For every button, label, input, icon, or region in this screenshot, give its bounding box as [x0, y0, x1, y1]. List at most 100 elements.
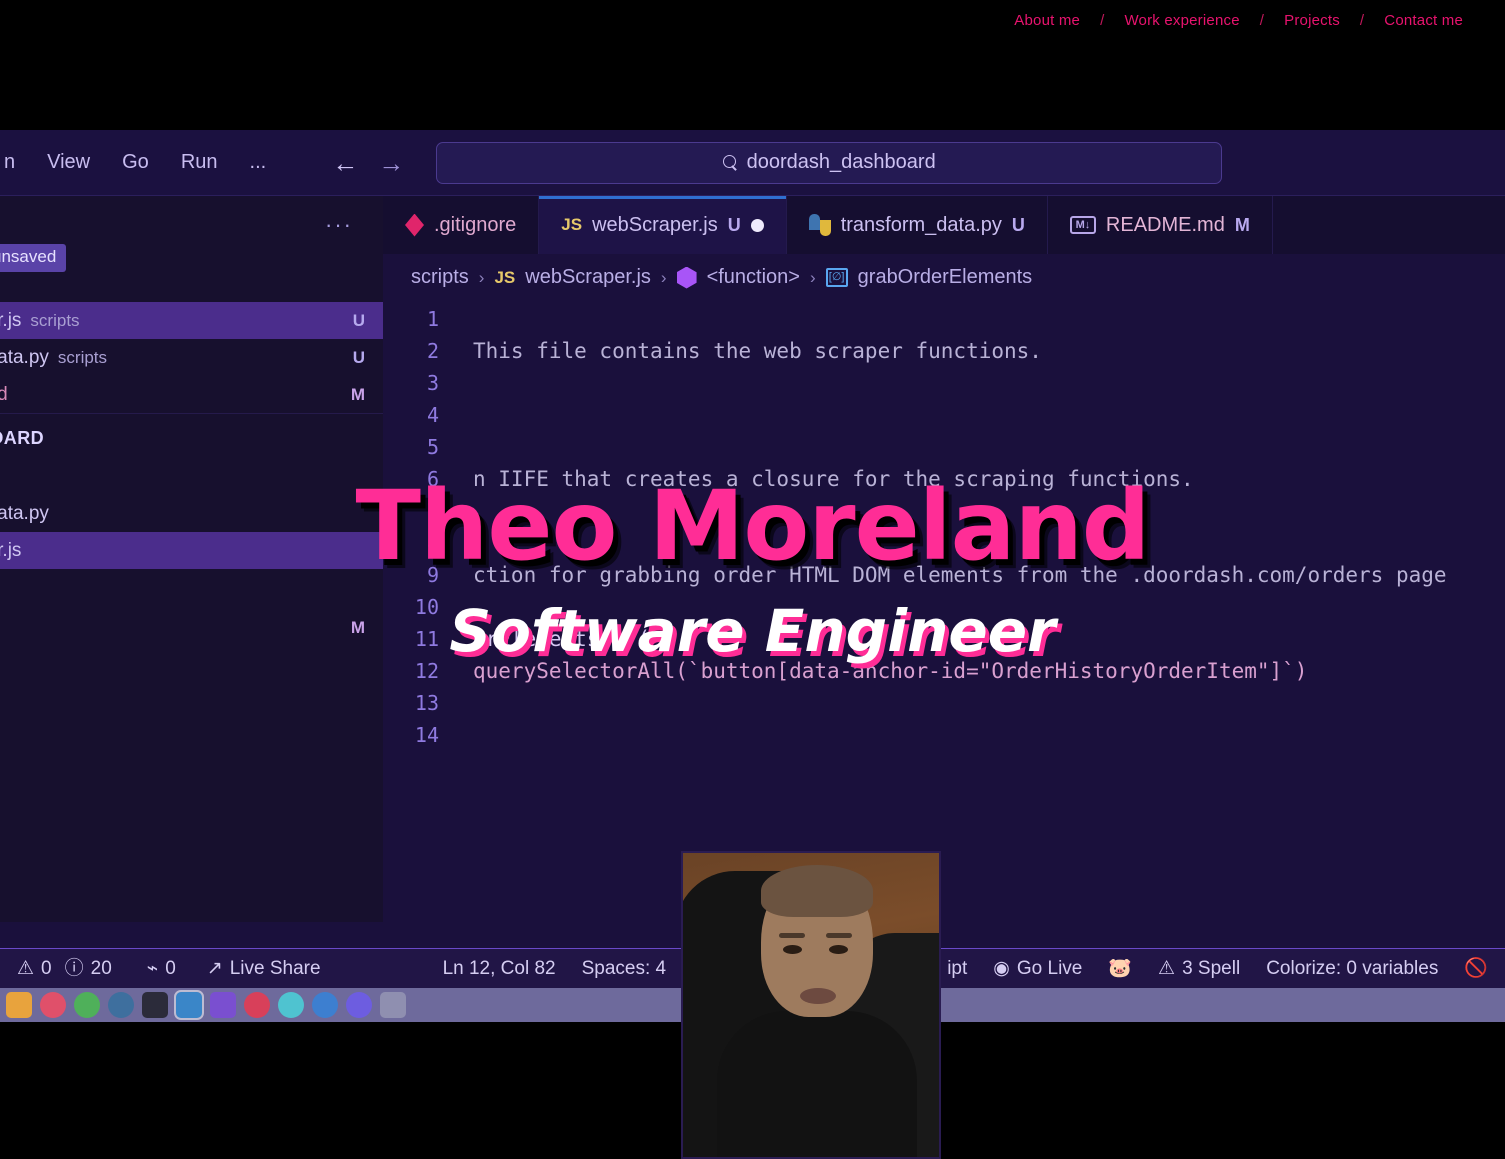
- breadcrumb-symbol[interactable]: grabOrderElements: [858, 266, 1033, 289]
- breadcrumb-separator: ›: [809, 267, 816, 287]
- tab-webscraper-js[interactable]: JS webScraper.js U: [539, 196, 787, 254]
- sidebar-item-status-flag: M: [350, 617, 365, 637]
- sidebar-item-name: .md: [0, 383, 8, 405]
- status-problems-warnings[interactable]: ⚠ 0: [4, 957, 65, 980]
- status-language-mode[interactable]: ipt: [934, 958, 980, 980]
- breadcrumb-separator: ›: [478, 267, 485, 287]
- breadcrumb-folder[interactable]: scripts: [411, 266, 469, 289]
- tab-label: .gitignore: [434, 213, 517, 236]
- status-bar-left: ⚠ 0 ⓘ 20 ⌁ 0 ↗ Live Share: [0, 957, 334, 980]
- sidebar-item-readme-md[interactable]: .md M: [0, 376, 383, 413]
- terminal-icon[interactable]: [142, 992, 168, 1018]
- breadcrumb: scripts › JS webScraper.js › <function> …: [383, 254, 1505, 299]
- menu-bar: n View Go Run ...: [0, 145, 282, 180]
- status-cursor-position[interactable]: Ln 12, Col 82: [430, 958, 569, 980]
- sidebar-more-actions-icon[interactable]: ···: [325, 214, 353, 236]
- menu-item-go[interactable]: Go: [106, 145, 165, 180]
- file-explorer-icon[interactable]: [6, 992, 32, 1018]
- nav-link-contact-me[interactable]: Contact me: [1366, 12, 1481, 29]
- code-line: 4: [383, 399, 1505, 431]
- status-label: Colorize: 0 variables: [1266, 957, 1439, 979]
- vscode-body: ··· unsaved e per.js scripts U _data.py: [0, 196, 1505, 922]
- status-pig-extension[interactable]: 🐷: [1095, 959, 1145, 978]
- line-number: 9: [426, 563, 439, 587]
- status-live-share[interactable]: ↗ Live Share: [189, 958, 334, 980]
- status-go-live[interactable]: ◉ Go Live: [980, 958, 1095, 980]
- tab-readme-md[interactable]: M↓ README.md M: [1048, 196, 1273, 254]
- sidebar-unsaved-badge-row: unsaved: [0, 244, 383, 272]
- symbol-icon: [∅]: [825, 268, 848, 287]
- line-text: n IIFE that creates a closure for the sc…: [473, 467, 1194, 491]
- status-spell-checker[interactable]: ⚠ 3 Spell: [1145, 957, 1253, 980]
- chrome-icon[interactable]: [74, 992, 100, 1018]
- code-line: 3: [383, 367, 1505, 399]
- forward-arrow-icon[interactable]: →: [378, 150, 404, 176]
- code-line: 10: [383, 591, 1505, 623]
- unsaved-badge: unsaved: [0, 244, 67, 272]
- site-header: About me / Work experience / Projects / …: [0, 0, 1505, 130]
- nav-link-work-experience[interactable]: Work experience: [1106, 12, 1257, 29]
- status-notifications-off[interactable]: 🚫: [1451, 959, 1501, 978]
- sidebar-section-header[interactable]: BOARD: [0, 413, 383, 459]
- menu-item-view[interactable]: View: [31, 145, 106, 180]
- back-arrow-icon[interactable]: ←: [332, 150, 358, 176]
- info-icon: ⓘ: [64, 958, 84, 979]
- nav-link-projects[interactable]: Projects: [1266, 12, 1358, 29]
- sidebar-tree-item-readme-md[interactable]: nd M: [0, 609, 383, 646]
- steam-icon[interactable]: [108, 992, 134, 1018]
- menu-item-run[interactable]: Run: [165, 145, 234, 180]
- status-label: 20: [90, 957, 112, 979]
- tab-status-flag: M: [1234, 214, 1250, 235]
- menu-item-selection[interactable]: n: [0, 145, 31, 180]
- live-share-icon: ↗: [206, 958, 223, 979]
- status-problems-info[interactable]: ⓘ 20: [65, 958, 125, 980]
- line-number: 12: [414, 659, 439, 683]
- git-icon[interactable]: [244, 992, 270, 1018]
- code-line: 5: [383, 431, 1505, 463]
- gitignore-icon: [405, 213, 424, 237]
- editor-area: .gitignore JS webScraper.js U transform_…: [383, 196, 1505, 922]
- broadcast-icon: ◉: [993, 958, 1010, 979]
- command-center-input[interactable]: doordash_dashboard: [436, 141, 1223, 184]
- sidebar-item-transform-data-py[interactable]: _data.py scripts U: [0, 339, 383, 376]
- discord-icon[interactable]: [346, 992, 372, 1018]
- code-editor[interactable]: 1 2 This file contains the web scraper fu…: [383, 299, 1505, 751]
- line-number: 3: [426, 371, 439, 395]
- firefox-icon[interactable]: [40, 992, 66, 1018]
- tab-status-flag: U: [1011, 214, 1025, 235]
- status-colorize[interactable]: Colorize: 0 variables: [1253, 958, 1451, 980]
- line-number: 11: [414, 627, 439, 651]
- nav-separator: /: [1100, 12, 1105, 29]
- sidebar-tree-item-webscraper-js[interactable]: per.js: [0, 532, 383, 569]
- vscode-icon[interactable]: [174, 990, 204, 1020]
- screen-root: About me / Work experience / Projects / …: [0, 0, 1505, 1159]
- tab-gitignore[interactable]: .gitignore: [383, 196, 540, 254]
- radio-tower-icon: ⌁: [146, 958, 159, 979]
- person-brow-right: [826, 933, 852, 938]
- breadcrumb-separator: ›: [660, 267, 667, 287]
- tab-label: webScraper.js: [592, 213, 718, 236]
- code-line: 9 ction for grabbing order HTML DOM eleme…: [383, 559, 1505, 591]
- tab-dirty-indicator[interactable]: [750, 218, 764, 232]
- sidebar-item-webscraper-js[interactable]: per.js scripts U: [0, 302, 383, 339]
- js-icon: JS: [561, 215, 583, 234]
- menu-item-overflow[interactable]: ...: [234, 145, 283, 180]
- sidebar-tree-item-transform-data-py[interactable]: _data.py: [0, 495, 383, 532]
- breadcrumb-file[interactable]: webScraper.js: [525, 266, 651, 289]
- line-number: 4: [426, 403, 439, 427]
- no-entry-icon: 🚫: [1464, 958, 1488, 979]
- nav-link-about-me[interactable]: About me: [996, 12, 1098, 29]
- line-number: 14: [414, 723, 439, 747]
- skype-icon[interactable]: [312, 992, 338, 1018]
- nav-separator: /: [1259, 12, 1265, 29]
- command-center-value: doordash_dashboard: [746, 151, 936, 173]
- tab-transform-data-py[interactable]: transform_data.py U: [787, 196, 1048, 254]
- breadcrumb-scope[interactable]: <function>: [707, 266, 800, 289]
- status-ports[interactable]: ⌁ 0: [125, 958, 189, 980]
- vscode-insiders-icon[interactable]: [210, 992, 236, 1018]
- teams-icon[interactable]: [278, 992, 304, 1018]
- snipping-tool-icon[interactable]: [380, 992, 406, 1018]
- sidebar-header: ···: [0, 202, 383, 244]
- person-mouth: [800, 988, 836, 1004]
- status-indentation[interactable]: Spaces: 4: [569, 958, 680, 980]
